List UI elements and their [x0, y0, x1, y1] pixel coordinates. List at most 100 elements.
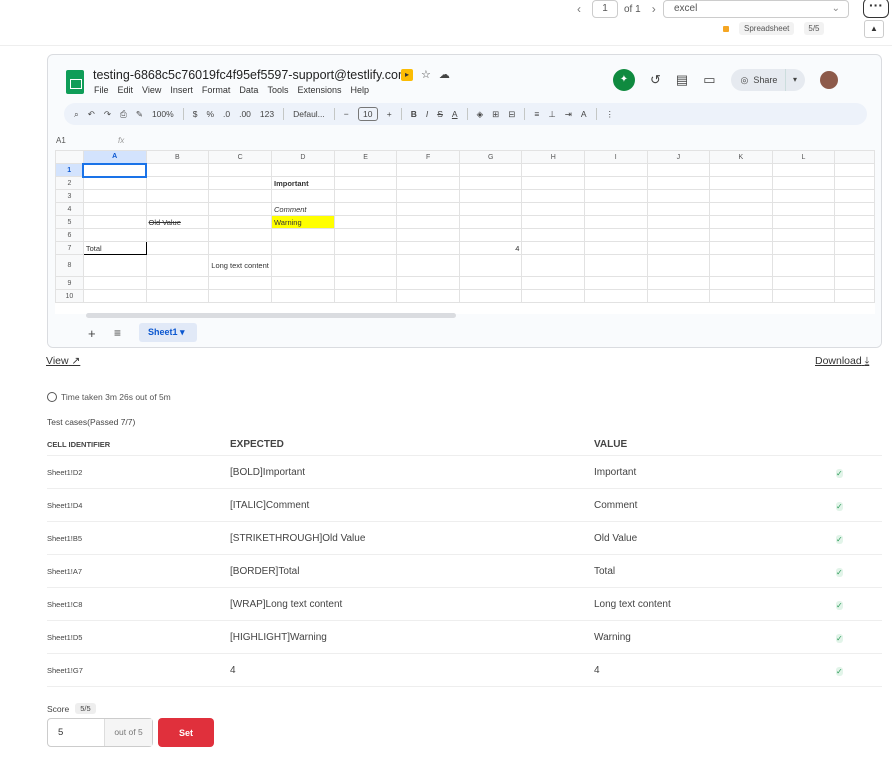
cell[interactable]: [333, 215, 398, 229]
cell[interactable]: [271, 241, 335, 255]
view-link[interactable]: View ↗: [46, 355, 80, 367]
row-header[interactable]: 2: [55, 176, 84, 190]
menu-tools[interactable]: Tools: [267, 85, 288, 95]
meet-icon[interactable]: ▭: [703, 72, 715, 88]
add-sheet-icon[interactable]: +: [88, 326, 96, 341]
cell[interactable]: [82, 189, 147, 203]
document-title[interactable]: testing-6868c5c76019fc4f95ef5597-support…: [93, 68, 408, 82]
cell[interactable]: [271, 289, 335, 303]
cell[interactable]: [208, 276, 272, 290]
cell[interactable]: [82, 215, 147, 229]
avatar[interactable]: [819, 71, 838, 89]
cell[interactable]: [771, 176, 836, 190]
cell[interactable]: [584, 189, 648, 203]
menu-extensions[interactable]: Extensions: [297, 85, 341, 95]
cell[interactable]: [396, 254, 460, 277]
cell[interactable]: [709, 189, 773, 203]
cell[interactable]: [145, 176, 210, 190]
move-icon[interactable]: ▸: [401, 68, 413, 81]
cell[interactable]: [834, 189, 875, 203]
cell[interactable]: [584, 289, 648, 303]
increase-decimal-button[interactable]: .00: [239, 109, 251, 119]
cell[interactable]: [646, 276, 711, 290]
align-icon[interactable]: ≡: [534, 109, 539, 119]
cell[interactable]: [521, 163, 586, 177]
sheet-grid[interactable]: A B C D E F G H I J K L 1 2 Important 3 …: [55, 150, 875, 314]
cell[interactable]: [396, 215, 460, 229]
cell[interactable]: [208, 163, 272, 177]
menu-insert[interactable]: Insert: [170, 85, 193, 95]
share-button[interactable]: ◎ Share ▾: [730, 69, 805, 91]
cell[interactable]: [82, 254, 147, 277]
row-header[interactable]: 1: [55, 163, 84, 177]
cell[interactable]: [521, 176, 586, 190]
cell[interactable]: [646, 189, 711, 203]
row-header[interactable]: 5: [55, 215, 84, 229]
rotate-text-icon[interactable]: A: [581, 109, 587, 119]
percent-button[interactable]: %: [206, 109, 214, 119]
bold-button[interactable]: B: [411, 109, 417, 119]
name-box[interactable]: A1: [56, 136, 108, 145]
cell[interactable]: [521, 189, 586, 203]
cell[interactable]: [208, 176, 272, 190]
column-header[interactable]: B: [145, 150, 210, 164]
cell[interactable]: [396, 202, 460, 216]
cell[interactable]: [834, 202, 875, 216]
cell[interactable]: [646, 228, 711, 242]
text-color-button[interactable]: A: [452, 109, 458, 119]
cell-grid[interactable]: A B C D E F G H I J K L 1 2 Important 3 …: [55, 150, 875, 303]
paint-format-icon[interactable]: ✎: [136, 109, 143, 120]
cell[interactable]: [458, 276, 523, 290]
font-size-decrease-icon[interactable]: −: [344, 109, 349, 119]
history-icon[interactable]: ↺: [650, 72, 661, 88]
cell[interactable]: [396, 163, 460, 177]
column-header[interactable]: F: [396, 150, 460, 164]
menu-view[interactable]: View: [142, 85, 161, 95]
cell[interactable]: [145, 163, 210, 177]
cell[interactable]: [82, 202, 147, 216]
cell[interactable]: [771, 241, 836, 255]
cell[interactable]: [584, 163, 648, 177]
cell[interactable]: [584, 254, 648, 277]
cell[interactable]: [208, 189, 272, 203]
cell[interactable]: [271, 189, 335, 203]
cell[interactable]: [646, 254, 711, 277]
cell[interactable]: [709, 254, 773, 277]
cell[interactable]: [458, 254, 523, 277]
cell[interactable]: [396, 276, 460, 290]
tab-sheet1[interactable]: Sheet1 ▾: [139, 323, 197, 342]
row-header[interactable]: 10: [55, 289, 84, 303]
cell[interactable]: [584, 276, 648, 290]
print-icon[interactable]: ⎙: [120, 109, 127, 120]
cell[interactable]: [396, 189, 460, 203]
row-header[interactable]: 8: [55, 254, 84, 277]
column-header[interactable]: D: [271, 150, 335, 164]
wrap-icon[interactable]: ⇥: [565, 109, 572, 120]
cell[interactable]: [834, 163, 875, 177]
share-dropdown-icon[interactable]: ▾: [784, 69, 805, 91]
column-header[interactable]: G: [458, 150, 523, 164]
search-menus-icon[interactable]: ⌕: [74, 109, 79, 120]
cell-c8[interactable]: Long text content: [208, 254, 272, 277]
cell[interactable]: [458, 202, 523, 216]
cell-d4[interactable]: Comment: [271, 202, 335, 216]
cell[interactable]: [771, 228, 836, 242]
cell[interactable]: [834, 215, 875, 229]
row-header[interactable]: 9: [55, 276, 84, 290]
cell[interactable]: [521, 202, 586, 216]
cell[interactable]: [709, 276, 773, 290]
cell[interactable]: [771, 254, 836, 277]
column-header[interactable]: I: [584, 150, 648, 164]
zoom-select[interactable]: 100%: [152, 109, 174, 119]
page-number-input[interactable]: 1: [592, 0, 618, 18]
cell[interactable]: [396, 176, 460, 190]
cell[interactable]: [646, 176, 711, 190]
cell[interactable]: [458, 176, 523, 190]
cell[interactable]: [771, 289, 836, 303]
cell[interactable]: [145, 276, 210, 290]
cloud-status-icon[interactable]: ☁: [439, 68, 450, 81]
menu-data[interactable]: Data: [239, 85, 258, 95]
row-header[interactable]: 6: [55, 228, 84, 242]
cell[interactable]: [521, 254, 586, 277]
cell[interactable]: [521, 228, 586, 242]
